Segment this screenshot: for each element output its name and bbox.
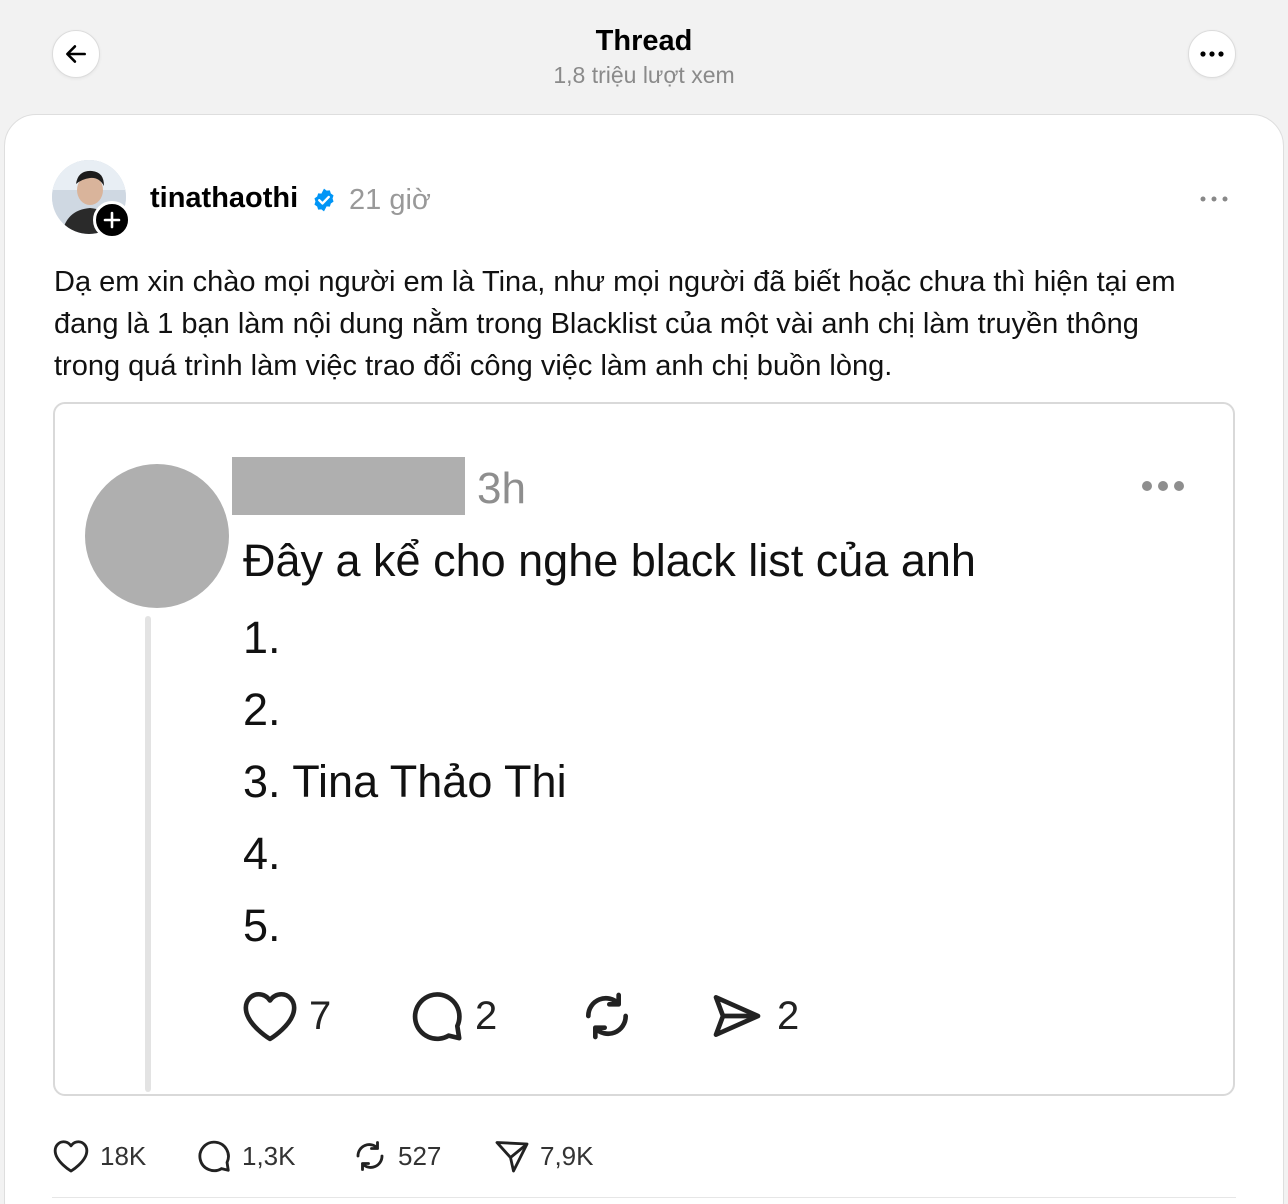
comment-icon	[198, 1140, 230, 1172]
list-name: Tina Thảo Thi	[292, 756, 567, 807]
list-item: 4.	[243, 818, 567, 890]
share-count: 7,9K	[540, 1140, 594, 1171]
send-icon	[713, 995, 761, 1037]
attached-image[interactable]: 3h Đây a kể cho nghe black list của anh …	[53, 402, 1235, 1096]
quoted-more-icon	[1141, 476, 1187, 496]
quoted-reply: 2	[409, 986, 497, 1046]
more-horizontal-icon	[1200, 196, 1228, 202]
quoted-text: Đây a kể cho nghe black list của anh	[243, 535, 976, 586]
verified-badge-icon	[311, 187, 337, 213]
share-button[interactable]: 7,9K	[494, 1132, 594, 1180]
reply-count: 1,3K	[242, 1140, 296, 1171]
quoted-reply-count: 2	[475, 993, 498, 1038]
post-text-line: đang là 1 bạn làm nội dung nằm trong Bla…	[54, 308, 1139, 340]
send-icon	[495, 1141, 529, 1173]
list-number: 2.	[243, 684, 281, 735]
quoted-share-count: 2	[777, 993, 800, 1038]
quoted-like-count: 7	[309, 993, 332, 1038]
like-button[interactable]: 18K	[52, 1132, 146, 1180]
list-number: 1.	[243, 612, 281, 663]
list-item: 1.	[243, 602, 567, 674]
heart-icon	[53, 1140, 89, 1173]
list-number: 3.	[243, 756, 281, 807]
thread-line	[145, 616, 151, 1092]
more-options-button[interactable]	[1188, 30, 1236, 78]
list-number: 4.	[243, 828, 281, 879]
repost-icon	[356, 1141, 384, 1171]
repost-count: 527	[398, 1140, 442, 1171]
quoted-repost	[577, 986, 637, 1046]
post-text-line: Dạ em xin chào mọi người em là Tina, như…	[54, 266, 1176, 298]
like-count: 18K	[100, 1140, 147, 1171]
username[interactable]: tinathaothi	[150, 180, 298, 216]
divider	[52, 1197, 1236, 1198]
heart-icon	[243, 991, 297, 1042]
more-horizontal-icon	[1200, 51, 1224, 57]
comment-icon	[412, 992, 462, 1042]
post-body: Dạ em xin chào mọi người em là Tina, như…	[54, 261, 1244, 387]
list-item: 5.	[243, 890, 567, 962]
quoted-time: 3h	[477, 464, 526, 513]
repost-icon	[585, 992, 629, 1040]
top-bar: Thread 1,8 triệu lượt xem	[0, 0, 1288, 112]
redacted-username	[232, 457, 465, 515]
quoted-like: 7	[241, 986, 331, 1046]
plus-icon	[103, 211, 121, 229]
post-text-line: trong quá trình làm việc trao đổi công v…	[54, 350, 893, 382]
repost-button[interactable]: 527	[352, 1132, 441, 1180]
blacklist: 1. 2. 3. Tina Thảo Thi 4. 5.	[243, 602, 567, 962]
list-item: 2.	[243, 674, 567, 746]
reply-button[interactable]: 1,3K	[196, 1132, 296, 1180]
page-title: Thread	[595, 25, 693, 57]
view-count: 1,8 triệu lượt xem	[553, 62, 735, 88]
header-title-block: Thread 1,8 triệu lượt xem	[0, 24, 1288, 90]
redacted-avatar	[85, 464, 229, 608]
follow-button[interactable]	[93, 201, 131, 239]
post-more-button[interactable]	[1196, 186, 1232, 212]
list-item: 3. Tina Thảo Thi	[243, 746, 567, 818]
post-time: 21 giờ	[349, 184, 431, 216]
quoted-share: 2	[707, 986, 799, 1046]
list-number: 5.	[243, 900, 281, 951]
